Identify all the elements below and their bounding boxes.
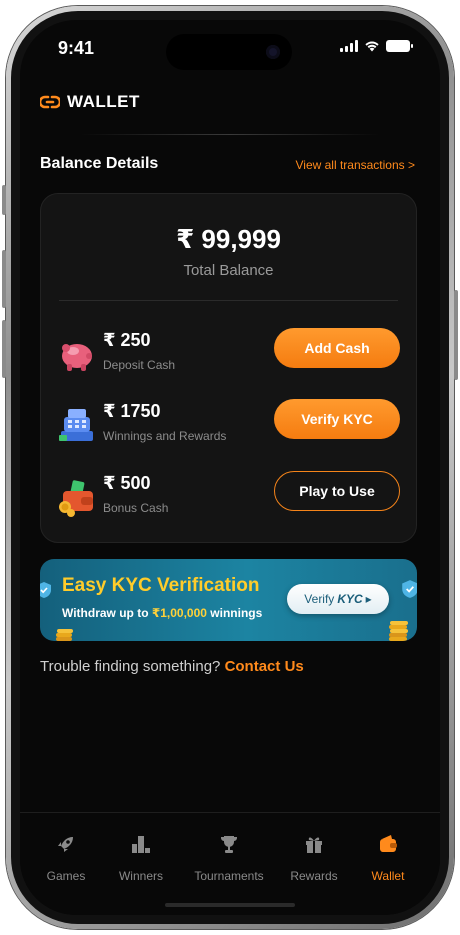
winnings-amount: ₹ 1750	[103, 401, 161, 421]
piggy-bank-icon	[62, 344, 92, 371]
camera-icon	[266, 45, 280, 59]
add-cash-button[interactable]: Add Cash	[274, 328, 400, 368]
help-text: Trouble finding something? Contact Us	[40, 658, 304, 675]
contact-us-link[interactable]: Contact Us	[225, 658, 304, 675]
nav-label-rewards: Rewards	[290, 869, 338, 883]
nav-label-tournaments: Tournaments	[194, 869, 264, 883]
nav-item-games[interactable]: Games	[26, 831, 106, 883]
nav-item-rewards[interactable]: Rewards	[274, 831, 354, 883]
trophy-icon	[221, 836, 237, 853]
header-divider	[80, 134, 380, 135]
banner-subtitle: Withdraw up to ₹1,00,000 winnings	[62, 606, 262, 620]
shield-check-icon	[40, 582, 51, 598]
nav-item-tournaments[interactable]: Tournaments	[189, 831, 269, 883]
nav-item-wallet[interactable]: Wallet	[348, 831, 428, 883]
bonus-cash-label: Bonus Cash	[103, 501, 169, 515]
link-logo-icon	[40, 95, 60, 109]
nav-label-games: Games	[46, 869, 86, 883]
battery-icon	[386, 40, 413, 52]
podium-icon	[132, 836, 150, 853]
status-time: 9:41	[58, 38, 95, 58]
view-all-transactions-link[interactable]: View all transactions >	[295, 158, 415, 172]
banner-button-emphasis: KYC	[337, 592, 363, 606]
power-button	[454, 290, 458, 380]
gift-icon	[306, 837, 322, 853]
play-to-use-button[interactable]: Play to Use	[274, 471, 400, 511]
winnings-row: ₹ 1750 Winnings and Rewards Verify KYC	[57, 399, 400, 459]
volume-up-button	[2, 250, 6, 308]
bonus-cash-row: ₹ 500 Bonus Cash Play to Use	[57, 471, 400, 531]
winnings-label: Winnings and Rewards	[103, 429, 227, 443]
cash-register-icon	[59, 409, 93, 441]
nav-label-winners: Winners	[118, 869, 163, 883]
bonus-cash-amount: ₹ 500	[103, 473, 151, 493]
deposit-cash-label: Deposit Cash	[103, 358, 176, 372]
page-header: WALLET	[40, 92, 140, 112]
wallet-icon	[380, 835, 397, 852]
banner-verify-kyc-button[interactable]: Verify KYC ▸	[287, 584, 389, 614]
dynamic-island	[166, 34, 292, 70]
wallet-coins-icon	[59, 480, 93, 517]
help-prompt: Trouble finding something?	[40, 658, 221, 675]
banner-subtitle-prefix: Withdraw up to	[62, 606, 152, 620]
volume-down-button	[2, 320, 6, 378]
home-indicator[interactable]	[165, 903, 295, 907]
page-title: WALLET	[67, 92, 140, 111]
wifi-icon	[365, 41, 379, 52]
mute-switch	[2, 185, 6, 215]
nav-label-wallet: Wallet	[371, 869, 405, 883]
total-balance-amount: ₹ 99,999	[176, 224, 281, 254]
coin-stack-icon	[389, 621, 408, 641]
coin-stack-icon	[56, 629, 73, 641]
deposit-cash-amount: ₹ 250	[103, 330, 151, 350]
signal-icon	[340, 40, 358, 52]
balance-section-title: Balance Details	[40, 155, 159, 172]
shield-check-icon	[402, 580, 417, 598]
total-balance-label: Total Balance	[183, 262, 274, 279]
verify-kyc-button[interactable]: Verify KYC	[274, 399, 400, 439]
chevron-right-icon: ▸	[365, 592, 372, 606]
nav-item-winners[interactable]: Winners	[101, 831, 181, 883]
rocket-icon	[58, 837, 73, 852]
banner-title: Easy KYC Verification	[62, 575, 260, 596]
kyc-banner[interactable]: Easy KYC Verification Withdraw up to ₹1,…	[40, 559, 417, 641]
deposit-cash-row: ₹ 250 Deposit Cash Add Cash	[57, 328, 400, 388]
banner-subtitle-amount: ₹1,00,000	[151, 606, 207, 620]
bottom-nav: Games Winners Tournaments Rewards Wallet	[20, 812, 440, 915]
card-divider	[59, 300, 398, 301]
banner-button-prefix: Verify	[304, 592, 335, 606]
banner-subtitle-suffix: winnings	[206, 606, 263, 620]
app-screen: 9:41 WALLET Balance Details View all tra…	[20, 20, 440, 915]
balance-card: ₹ 99,999 Total Balance ₹ 250 Deposit Cas…	[40, 193, 417, 543]
status-icons	[340, 40, 413, 52]
